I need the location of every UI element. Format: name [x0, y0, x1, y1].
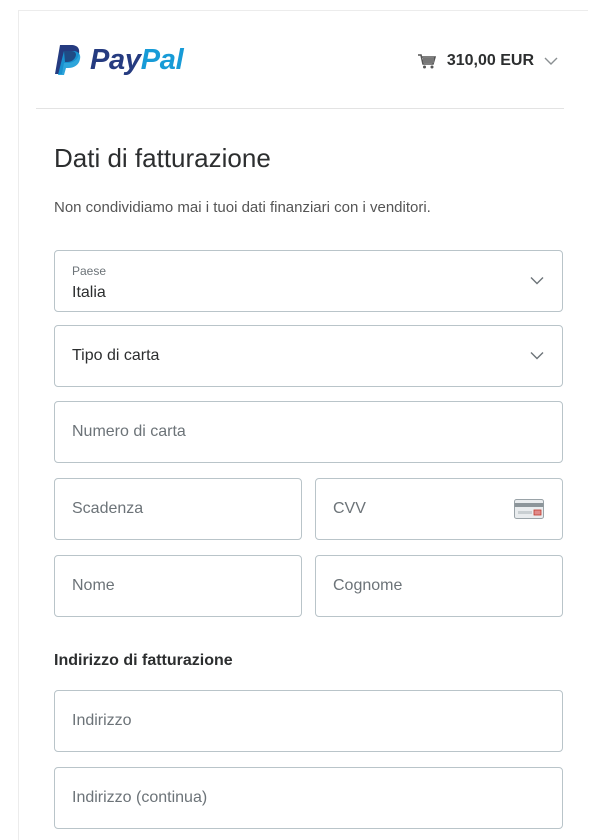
card-number-placeholder: Numero di carta [72, 423, 186, 440]
header: PayPal 310,00 EUR [36, 0, 564, 109]
cart-total: 310,00 EUR [446, 52, 534, 69]
cart-icon [417, 54, 436, 69]
cvv-input[interactable]: CVV [315, 478, 563, 540]
chevron-down-icon [530, 277, 544, 285]
paypal-logo: PayPal [54, 40, 184, 80]
address-line2-input[interactable]: Indirizzo (continua) [54, 767, 563, 829]
first-name-placeholder: Nome [72, 577, 115, 594]
first-name-input[interactable]: Nome [54, 555, 302, 617]
address-placeholder: Indirizzo [72, 712, 132, 729]
privacy-subtitle: Non condividiamo mai i tuoi dati finanzi… [54, 199, 431, 216]
cvv-placeholder: CVV [333, 500, 366, 517]
country-label: Paese [72, 264, 107, 278]
card-type-select[interactable]: Tipo di carta [54, 325, 563, 387]
card-type-value: Tipo di carta [72, 347, 160, 364]
country-select[interactable]: Paese Italia [54, 250, 563, 312]
expiry-placeholder: Scadenza [72, 500, 144, 517]
address-input[interactable]: Indirizzo [54, 690, 563, 752]
chevron-down-icon [530, 352, 544, 360]
chevron-down-icon [544, 57, 558, 65]
paypal-wordmark: PayPal [90, 43, 184, 76]
card-number-input[interactable]: Numero di carta [54, 401, 563, 463]
page-title: Dati di fatturazione [54, 143, 271, 173]
cart-summary-button[interactable]: 310,00 EUR [417, 48, 558, 74]
address-line2-placeholder: Indirizzo (continua) [72, 789, 208, 806]
last-name-input[interactable]: Cognome [315, 555, 563, 617]
country-value: Italia [72, 284, 106, 301]
last-name-placeholder: Cognome [333, 577, 403, 594]
paypal-p-icon [55, 45, 81, 75]
credit-card-icon [514, 499, 544, 519]
billing-address-heading: Indirizzo di fatturazione [54, 652, 233, 669]
expiry-input[interactable]: Scadenza [54, 478, 302, 540]
